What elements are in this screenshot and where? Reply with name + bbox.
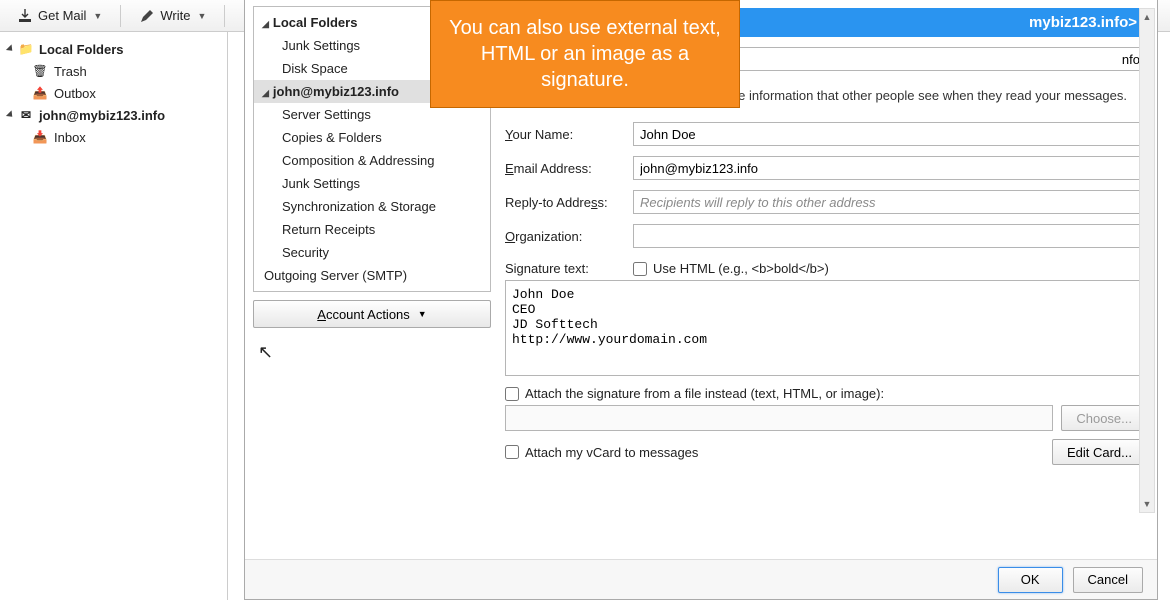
use-html-input[interactable] (633, 262, 647, 276)
use-html-checkbox[interactable]: Use HTML (e.g., <b>bold</b>) (633, 261, 829, 276)
your-name-input[interactable] (633, 122, 1147, 146)
sidebar-outbox[interactable]: 📤 Outbox (0, 82, 227, 104)
reply-to-input[interactable] (633, 190, 1147, 214)
dialog-footer: OK Cancel (245, 559, 1157, 599)
separator (224, 5, 225, 27)
organization-label: Organization: (505, 229, 633, 244)
attach-file-checkbox[interactable]: Attach the signature from a file instead… (505, 386, 884, 401)
inbox-label: Inbox (54, 130, 86, 145)
tree-item[interactable]: Composition & Addressing (254, 149, 490, 172)
attach-vcard-checkbox[interactable]: Attach my vCard to messages (505, 445, 698, 460)
sidebar-local-folders[interactable]: 📁 Local Folders (0, 38, 227, 60)
write-label: Write (160, 8, 190, 23)
your-name-label: Your Name: (505, 127, 633, 142)
folder-sidebar: 📁 Local Folders 🗑 Trash 📤 Outbox ✉ john@… (0, 32, 228, 600)
tree-item[interactable]: Synchronization & Storage (254, 195, 490, 218)
sidebar-trash[interactable]: 🗑 Trash (0, 60, 227, 82)
vcard-label: Attach my vCard to messages (525, 445, 698, 460)
outbox-icon: 📤 (32, 85, 48, 101)
edit-card-button[interactable]: Edit Card... (1052, 439, 1147, 465)
scrollbar[interactable]: ▲ ▼ (1139, 8, 1155, 513)
tree-item[interactable]: Security (254, 241, 490, 264)
reply-to-label: Reply-to Address: (505, 195, 633, 210)
cancel-button[interactable]: Cancel (1073, 567, 1143, 593)
signature-file-path (505, 405, 1053, 431)
tutorial-callout: You can also use external text, HTML or … (430, 0, 740, 108)
inbox-icon: 📥 (32, 129, 48, 145)
organization-input[interactable] (633, 224, 1147, 248)
outbox-label: Outbox (54, 86, 96, 101)
scroll-up-icon[interactable]: ▲ (1140, 9, 1154, 25)
attach-vcard-input[interactable] (505, 445, 519, 459)
email-input[interactable] (633, 156, 1147, 180)
separator (120, 5, 121, 27)
account-actions-button[interactable]: AAccount Actionsccount Actions ▼ (253, 300, 491, 328)
sidebar-account[interactable]: ✉ john@mybiz123.info (0, 104, 227, 126)
choose-file-button: Choose... (1061, 405, 1147, 431)
account-label: john@mybiz123.info (39, 108, 165, 123)
scroll-down-icon[interactable]: ▼ (1140, 496, 1154, 512)
trash-label: Trash (54, 64, 87, 79)
tree-item[interactable]: Junk Settings (254, 172, 490, 195)
chevron-down-icon: ▼ (93, 11, 102, 21)
use-html-label: Use HTML (e.g., <b>bold</b>) (653, 261, 829, 276)
folder-icon: 📁 (18, 41, 34, 57)
pencil-icon (139, 8, 155, 24)
signature-textarea[interactable]: John Doe CEO JD Softtech http://www.your… (505, 280, 1147, 376)
chevron-down-icon: ▼ (418, 309, 427, 319)
tree-item[interactable]: Copies & Folders (254, 126, 490, 149)
email-label: Email Address: (505, 161, 633, 176)
signature-label: Signature text: (505, 261, 633, 276)
twisty-icon (6, 110, 15, 119)
download-icon (17, 8, 33, 24)
get-mail-button[interactable]: Get Mail ▼ (6, 4, 113, 28)
get-mail-label: Get Mail (38, 8, 86, 23)
ok-button[interactable]: OK (998, 567, 1063, 593)
write-button[interactable]: Write ▼ (128, 4, 217, 28)
local-folders-label: Local Folders (39, 42, 124, 57)
twisty-icon (6, 44, 15, 53)
sidebar-inbox[interactable]: 📥 Inbox (0, 126, 227, 148)
chevron-down-icon: ▼ (197, 11, 206, 21)
attach-file-input[interactable] (505, 387, 519, 401)
trash-icon: 🗑 (32, 63, 48, 79)
attach-file-label: Attach the signature from a file instead… (525, 386, 884, 401)
tree-smtp[interactable]: Outgoing Server (SMTP) (254, 264, 490, 287)
mail-icon: ✉ (18, 107, 34, 123)
tree-item[interactable]: Return Receipts (254, 218, 490, 241)
